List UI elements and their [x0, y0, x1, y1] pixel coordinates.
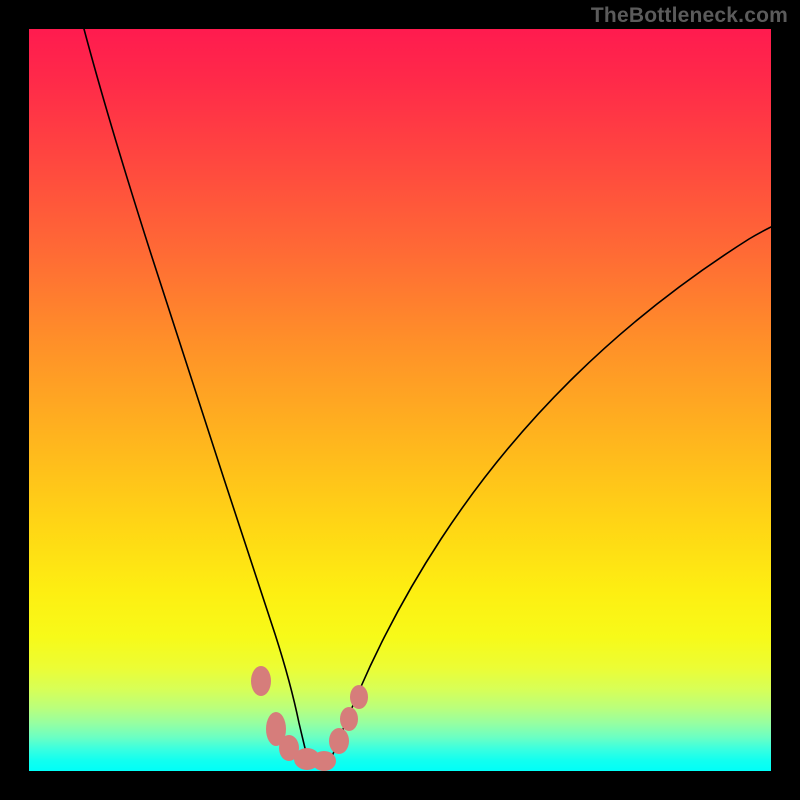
left-curve — [84, 29, 309, 764]
lump-dot — [329, 728, 349, 754]
plot-area — [29, 29, 771, 771]
lump-cluster — [251, 666, 368, 771]
lump-dot — [312, 751, 336, 771]
chart-stage: TheBottleneck.com — [0, 0, 800, 800]
lump-dot — [251, 666, 271, 696]
curve-overlay — [29, 29, 771, 771]
right-curve — [329, 227, 771, 764]
lump-dot — [350, 685, 368, 709]
watermark-text: TheBottleneck.com — [591, 4, 788, 28]
lump-dot — [340, 707, 358, 731]
